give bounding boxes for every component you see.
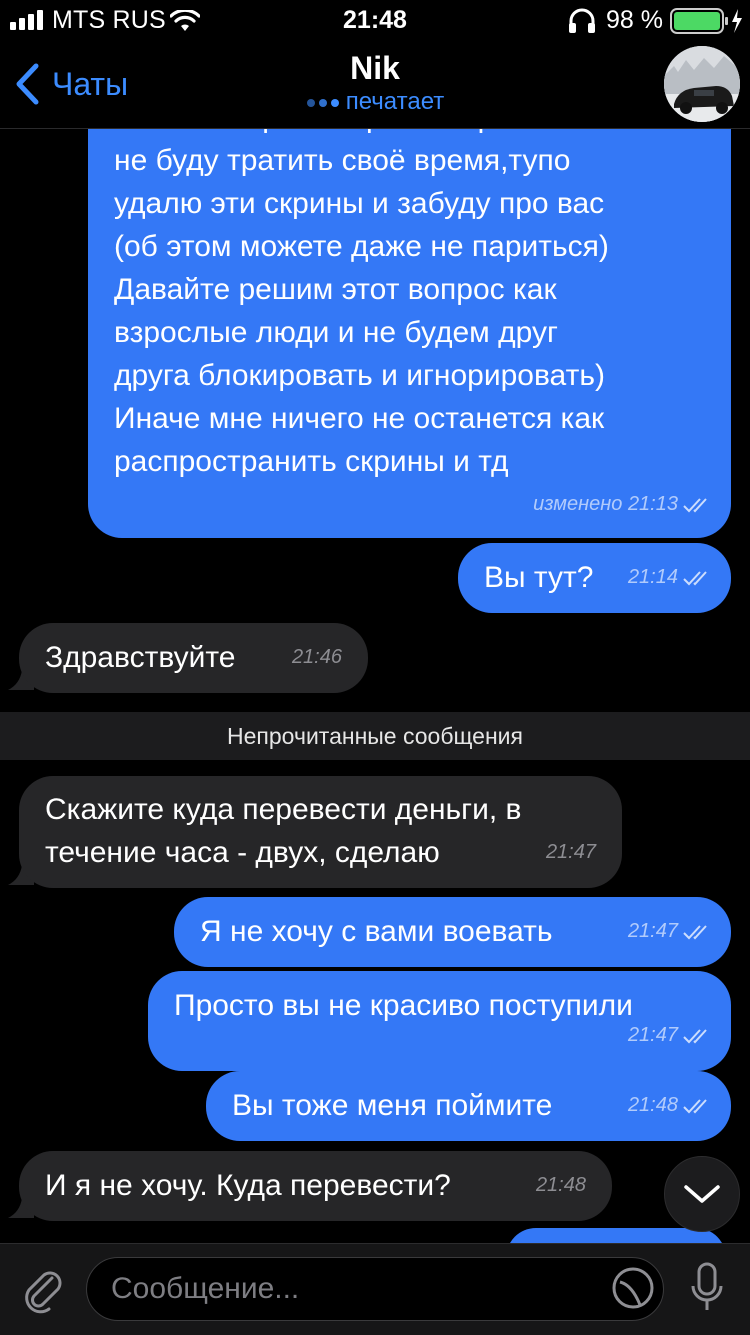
message-text: Здравствуйте <box>45 641 236 674</box>
message-bubble-outgoing[interactable]: Если выберете первый вариант то я не буд… <box>88 128 731 538</box>
double-check-icon <box>683 570 707 585</box>
double-check-icon <box>683 1028 707 1043</box>
scroll-to-bottom-button[interactable] <box>664 1156 740 1232</box>
message-meta: изменено 21:13 <box>533 483 713 526</box>
message-list[interactable]: Если выберете первый вариант то я не буд… <box>0 128 750 1243</box>
typing-dots-icon <box>306 98 339 107</box>
message-time: 21:47 <box>627 1024 678 1046</box>
double-check-icon <box>683 497 707 512</box>
message-text: Скажите куда перевести деньги, в течение… <box>45 793 522 869</box>
battery-icon <box>670 8 742 34</box>
message-time: 21:47 <box>627 920 678 942</box>
message-bubble-incoming[interactable]: Скажите куда перевести деньги, в течение… <box>19 776 622 888</box>
message-bubble-incoming[interactable]: И я не хочу. Куда перевести? 21:48 <box>19 1151 612 1221</box>
message-text: Я не хочу с вами воевать <box>200 915 553 948</box>
battery-percent: 98 % <box>606 6 663 34</box>
message-time: 21:48 <box>535 1174 586 1196</box>
message-text: И я не хочу. Куда перевести? <box>45 1169 451 1202</box>
unread-divider: Непрочитанные сообщения <box>0 712 750 760</box>
double-check-icon <box>683 1098 707 1113</box>
message-time: 21:46 <box>291 646 342 668</box>
paperclip-icon[interactable] <box>18 1264 68 1314</box>
status-bar: MTS RUS 21:48 98 % <box>0 0 750 42</box>
message-text: Вы тут? <box>484 561 594 594</box>
message-text: Если выберете первый вариант то я не буд… <box>114 128 621 478</box>
message-bubble-outgoing[interactable]: Я не хочу с вами воевать 21:47 <box>174 897 731 967</box>
message-meta: 21:48 <box>628 1084 713 1127</box>
chevron-down-icon <box>684 1185 720 1203</box>
message-text: Вы тоже меня поймите <box>232 1089 553 1122</box>
message-placeholder: Сообщение... <box>111 1272 300 1305</box>
typing-status: печатает <box>0 88 750 116</box>
message-time: изменено 21:13 <box>533 493 678 515</box>
message-bubble-outgoing[interactable]: Вы тоже меня поймите 21:48 <box>206 1071 731 1141</box>
message-time: 21:14 <box>627 566 678 588</box>
typing-label: печатает <box>345 88 445 115</box>
message-input[interactable]: Сообщение... <box>86 1257 664 1321</box>
contact-name[interactable]: Nik <box>0 50 750 87</box>
avatar-photo <box>664 46 740 122</box>
chat-header: Чаты Nik печатает <box>0 42 750 129</box>
microphone-icon[interactable] <box>690 1262 724 1314</box>
message-meta: 21:47 <box>628 1014 713 1057</box>
message-bubble-outgoing[interactable]: Вы тут? 21:14 <box>458 543 731 613</box>
message-bubble-outgoing[interactable]: Просто вы не красиво поступили 21:47 <box>148 971 731 1071</box>
message-time: 21:48 <box>627 1094 678 1116</box>
message-meta: 21:47 <box>628 910 713 953</box>
headphones-icon <box>569 8 595 33</box>
message-time: 21:47 <box>545 841 596 863</box>
avatar[interactable] <box>664 46 740 122</box>
double-check-icon <box>683 924 707 939</box>
message-text: Просто вы не красиво поступили <box>174 989 633 1022</box>
message-meta: 21:14 <box>628 556 713 599</box>
message-bubble-incoming[interactable]: Здравствуйте 21:46 <box>19 623 368 693</box>
sticker-icon[interactable] <box>610 1265 656 1311</box>
